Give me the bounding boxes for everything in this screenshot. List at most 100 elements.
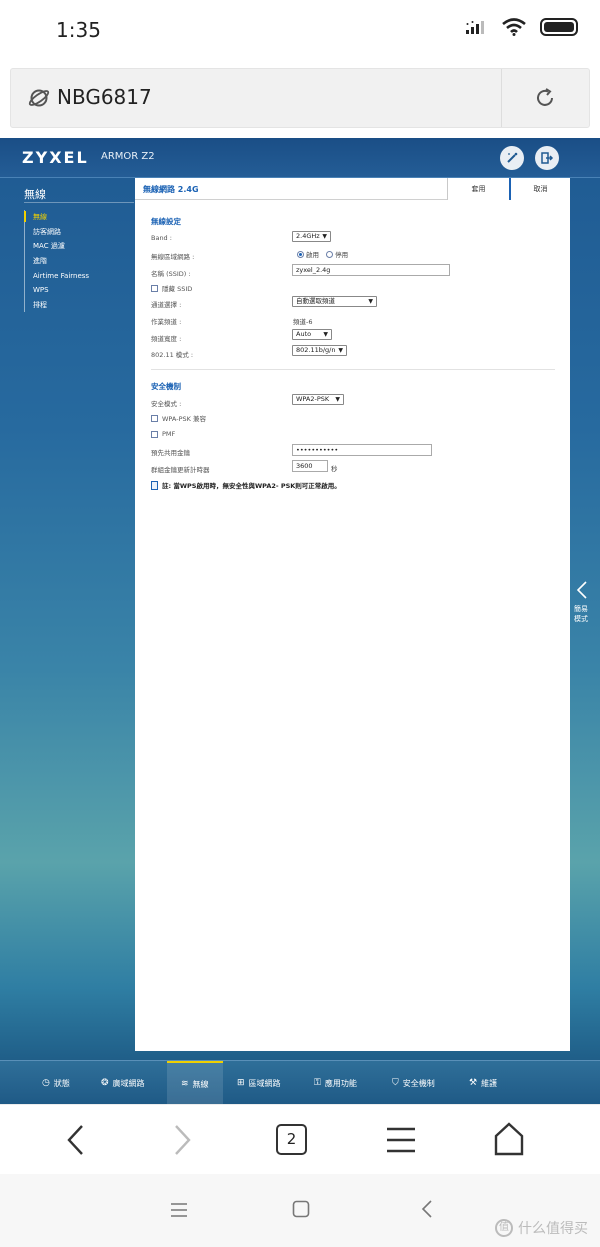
security-mode-value: WPA2-PSK <box>296 395 330 403</box>
sidebar-item-advanced[interactable]: 進階 <box>24 254 134 269</box>
mode-label: 802.11 模式 : <box>151 351 194 359</box>
network-icon: ⊞ <box>237 1078 245 1088</box>
section-divider <box>151 369 555 370</box>
watermark: 值什么值得买 <box>495 1218 588 1238</box>
cancel-button[interactable]: 取消 <box>509 178 570 200</box>
psk-label: 預先共用金鑰 <box>151 449 190 457</box>
enable-label: 啟用 <box>306 251 319 259</box>
wlan-radio-group: 啟用 停用 <box>297 249 348 259</box>
checkbox-box <box>151 414 158 422</box>
home-icon[interactable] <box>494 1122 524 1156</box>
content-panel: 無線網路 2.4G 套用 取消 無線設定 Band : 2.4GHz ▼ 無線區域… <box>135 178 570 1051</box>
panel-header: 無線網路 2.4G 套用 取消 <box>135 178 570 200</box>
checkbox-box <box>151 284 158 292</box>
nav-maintenance[interactable]: ⚒ 維護 <box>469 1061 497 1105</box>
system-back-icon[interactable] <box>421 1199 433 1219</box>
sidebar-item-airtime[interactable]: Airtime Fairness <box>24 269 134 284</box>
nav-lan-label: 區域網路 <box>248 1078 281 1088</box>
sidebar-item-wps[interactable]: WPS <box>24 283 134 298</box>
pmf-checkbox[interactable]: PMF <box>151 430 175 438</box>
logout-button[interactable] <box>535 146 559 170</box>
wand-icon <box>507 152 518 163</box>
rekey-unit: 秒 <box>331 465 338 473</box>
back-icon[interactable] <box>64 1123 86 1157</box>
disable-label: 停用 <box>335 251 349 259</box>
wifi-signal-icon: ≋ <box>181 1079 189 1089</box>
band-select[interactable]: 2.4GHz ▼ <box>292 231 331 242</box>
signal-icon <box>466 21 484 34</box>
status-bar: 1:35 <box>0 0 600 62</box>
key-icon: ⚿ <box>314 1078 321 1088</box>
nav-apps[interactable]: ⚿ 應用功能 <box>314 1061 357 1105</box>
url-divider <box>501 69 502 127</box>
wpa-compat-checkbox[interactable]: WPA-PSK 兼容 <box>151 413 206 423</box>
sidebar-item-schedule[interactable]: 排程 <box>24 298 134 313</box>
nav-lan[interactable]: ⊞ 區域網路 <box>237 1061 281 1105</box>
address-bar[interactable]: NBG6817 <box>10 68 590 128</box>
ssid-label: 名稱 (SSID) : <box>151 270 191 278</box>
recents-icon[interactable] <box>170 1202 188 1218</box>
channel-select[interactable]: 自動選取頻道 ▼ <box>292 296 377 307</box>
enable-radio[interactable] <box>297 251 304 258</box>
nav-wan[interactable]: ❂ 廣域網路 <box>101 1061 145 1105</box>
mode-value: 802.11b/g/n <box>296 346 336 354</box>
band-label: Band : <box>151 234 172 242</box>
dropdown-arrow-icon: ▼ <box>335 396 340 403</box>
home-square-icon[interactable] <box>292 1200 310 1218</box>
psk-input[interactable]: ••••••••••• <box>292 444 432 456</box>
sidebar-item-guest[interactable]: 訪客網路 <box>24 225 134 240</box>
zyxel-logo: ZYXEL <box>22 148 89 167</box>
op-channel-value: 頻道-6 <box>293 318 313 326</box>
op-channel-label: 作業頻道 : <box>151 318 182 326</box>
menu-icon[interactable] <box>386 1125 416 1155</box>
wpa-compat-label: WPA-PSK 兼容 <box>162 415 206 423</box>
reload-icon[interactable] <box>533 86 557 110</box>
wlan-label: 無線區域網路 : <box>151 253 195 261</box>
apply-button[interactable]: 套用 <box>447 178 509 200</box>
router-bottom-nav: ◷ 狀態 ❂ 廣域網路 ≋ 無線 ⊞ 區域網路 ⚿ 應用功能 ⛉ 安全機制 ⚒ 維護 <box>0 1060 600 1105</box>
nav-security-label: 安全機制 <box>402 1078 435 1088</box>
disable-radio[interactable] <box>326 251 334 258</box>
sidebar-item-mac-filter[interactable]: MAC 過濾 <box>24 239 134 254</box>
channel-select-label: 通道選擇 : <box>151 301 182 309</box>
sidebar-divider <box>24 202 134 203</box>
dropdown-arrow-icon: ▼ <box>368 298 373 305</box>
rekey-input[interactable]: 3600 <box>292 460 328 472</box>
router-page: ZYXEL ARMOR Z2 無線 無線 訪客網路 MAC 過濾 進階 Airt… <box>0 138 600 1105</box>
browser-toolbar: 2 <box>0 1104 600 1174</box>
sidebar-title: 無線 <box>24 188 46 201</box>
bandwidth-label: 頻道寬度 : <box>151 335 182 343</box>
wireless-section-title: 無線設定 <box>151 217 181 226</box>
router-header: ZYXEL ARMOR Z2 <box>0 138 600 178</box>
forward-icon[interactable] <box>172 1123 194 1157</box>
globe-icon: ❂ <box>101 1078 109 1088</box>
battery-icon <box>540 18 578 36</box>
tools-icon: ⚒ <box>469 1078 478 1088</box>
ssid-input[interactable]: zyxel_2.4g <box>292 264 450 276</box>
tab-count-button[interactable]: 2 <box>276 1124 307 1155</box>
note-icon <box>151 480 158 490</box>
nav-security[interactable]: ⛉ 安全機制 <box>392 1061 435 1105</box>
url-text[interactable]: NBG6817 <box>57 85 152 109</box>
nav-wireless[interactable]: ≋ 無線 <box>167 1061 223 1105</box>
nav-maintenance-label: 維護 <box>481 1078 498 1088</box>
status-icon: ◷ <box>42 1078 50 1088</box>
system-nav-bar: 值什么值得买 <box>0 1174 600 1247</box>
note-text: 註: 當WPS啟用時，無安全性與WPA2- PSK則可正常啟用。 <box>162 482 341 490</box>
logout-icon <box>541 152 554 164</box>
mode-select[interactable]: 802.11b/g/n ▼ <box>292 345 347 356</box>
easy-mode-tab[interactable]: 簡易模式 <box>570 580 600 632</box>
nav-wan-label: 廣域網路 <box>112 1078 145 1088</box>
panel-title: 無線網路 2.4G <box>143 185 199 194</box>
rekey-label: 群組金鑰更新計時器 <box>151 466 210 474</box>
security-mode-select[interactable]: WPA2-PSK ▼ <box>292 394 344 405</box>
wizard-button[interactable] <box>500 146 524 170</box>
wps-note: 註: 當WPS啟用時，無安全性與WPA2- PSK則可正常啟用。 <box>151 480 341 490</box>
sidebar-menu: 無線 訪客網路 MAC 過濾 進階 Airtime Fairness WPS 排… <box>24 210 134 313</box>
bandwidth-select[interactable]: Auto ▼ <box>292 329 332 340</box>
nav-status[interactable]: ◷ 狀態 <box>42 1061 70 1105</box>
sidebar-item-wireless[interactable]: 無線 <box>24 210 134 225</box>
hide-ssid-checkbox[interactable]: 隱藏 SSID <box>151 283 192 293</box>
watermark-text: 什么值得买 <box>518 1221 588 1237</box>
nav-wireless-label: 無線 <box>192 1079 209 1089</box>
